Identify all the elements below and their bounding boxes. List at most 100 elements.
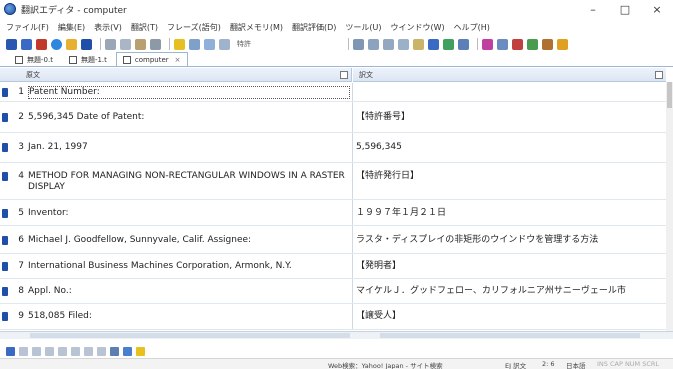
dictionary-icon[interactable] <box>36 38 47 50</box>
translate-icon[interactable] <box>6 38 17 50</box>
target-cell[interactable]: 【特許番号】 <box>356 112 662 123</box>
menu-file[interactable]: ファイル(F) <box>6 22 49 33</box>
list-icon[interactable] <box>219 38 230 50</box>
maximize-button[interactable]: □ <box>609 0 641 18</box>
close-icon[interactable]: × <box>175 56 181 64</box>
term-icon[interactable] <box>512 38 523 50</box>
target-cell[interactable]: 【特許発行日】 <box>356 171 662 182</box>
grid-icon[interactable] <box>368 38 379 50</box>
source-cell[interactable]: Patent Number: <box>28 86 350 99</box>
scrollbar-thumb[interactable] <box>667 82 672 108</box>
menu-translate[interactable]: 翻訳(T) <box>131 22 158 33</box>
source-cell[interactable]: Jan. 21, 1997 <box>28 142 350 153</box>
menu-tools[interactable]: ツール(U) <box>345 22 381 33</box>
menu-help[interactable]: ヘルプ(H) <box>454 22 490 33</box>
image-icon[interactable] <box>123 346 132 356</box>
cut-icon[interactable] <box>105 38 116 50</box>
dictionary-lookup-icon[interactable] <box>204 38 215 50</box>
help-icon[interactable] <box>174 38 185 50</box>
tm-icon[interactable] <box>497 38 508 50</box>
menu-translation-memory[interactable]: 翻訳メモリ(M) <box>230 22 283 33</box>
sentence-row[interactable]: 4 METHOD FOR MANAGING NON-RECTANGULAR WI… <box>0 163 666 200</box>
down-icon[interactable] <box>58 346 67 356</box>
menu-edit[interactable]: 編集(E) <box>58 22 85 33</box>
source-cell[interactable]: 518,085 Filed: <box>28 311 350 322</box>
target-cell[interactable]: 5,596,345 <box>356 142 662 153</box>
memo-icon[interactable] <box>110 346 119 356</box>
lock-icon[interactable] <box>71 346 80 356</box>
print-icon[interactable] <box>150 38 161 50</box>
tab-untitled-0[interactable]: 無題-0.t <box>8 53 60 66</box>
target-cell[interactable]: ラスタ・ディスプレイの非矩形のウインドウを管理する方法 <box>356 235 662 246</box>
tab-label: 無題-1.t <box>80 56 107 64</box>
horizontal-scrollbar[interactable] <box>0 331 673 339</box>
format-icon[interactable] <box>353 38 364 50</box>
toolbar-divider <box>100 38 101 50</box>
paste-icon[interactable] <box>135 38 146 50</box>
status-marker-icon <box>2 172 8 181</box>
pane-toggle-icon[interactable] <box>340 71 348 79</box>
palette-icon[interactable] <box>557 38 568 50</box>
search-field[interactable]: 特許 <box>234 38 344 50</box>
vertical-scrollbar[interactable] <box>666 82 673 332</box>
target-scrollbar-thumb[interactable] <box>380 333 640 338</box>
sentence-row[interactable]: 8 Appl. No.: マイケルＪ．グッドフェロー、カリフォルニア州サニーヴェ… <box>0 279 666 304</box>
window-controls: – □ × <box>577 0 673 18</box>
target-cell[interactable]: 【譲受人】 <box>356 311 662 322</box>
merge-icon[interactable] <box>32 346 41 356</box>
open-folder-icon[interactable] <box>66 38 77 50</box>
translate-all-icon[interactable] <box>21 38 32 50</box>
memo-icon[interactable] <box>413 38 424 50</box>
mark-icon[interactable] <box>97 346 106 356</box>
window-icon[interactable] <box>458 38 469 50</box>
sentence-row[interactable]: 3 Jan. 21, 1997 5,596,345 <box>0 133 666 163</box>
source-cell[interactable]: Appl. No.: <box>28 286 350 297</box>
tab-label: computer <box>134 55 169 64</box>
settings-icon[interactable] <box>542 38 553 50</box>
target-cell[interactable]: １９９７年１月２１日 <box>356 208 662 219</box>
highlight-icon[interactable] <box>136 346 145 356</box>
warning-icon[interactable] <box>6 346 15 356</box>
copy-icon[interactable] <box>120 38 131 50</box>
tab-untitled-1[interactable]: 無題-1.t <box>62 53 114 66</box>
minimize-button[interactable]: – <box>577 0 609 18</box>
source-cell[interactable]: Michael J. Goodfellow, Sunnyvale, Calif.… <box>28 235 350 246</box>
sentence-row[interactable]: 9 518,085 Filed: 【譲受人】 <box>0 304 666 330</box>
document-tabs: 無題-0.t 無題-1.t computer × <box>0 52 673 67</box>
close-button[interactable]: × <box>641 0 673 18</box>
target-cell[interactable]: マイケルＪ．グッドフェロー、カリフォルニア州サニーヴェール市 <box>356 286 662 297</box>
table-icon[interactable] <box>383 38 394 50</box>
language-indicator: 日本語 <box>566 362 586 369</box>
source-cell[interactable]: 5,596,345 Date of Patent: <box>28 112 350 123</box>
row-number: 4 <box>18 171 24 181</box>
source-scrollbar-thumb[interactable] <box>30 333 350 338</box>
unlock-icon[interactable] <box>84 346 93 356</box>
sentence-row[interactable]: 6 Michael J. Goodfellow, Sunnyvale, Cali… <box>0 226 666 254</box>
sentence-row[interactable]: 2 5,596,345 Date of Patent: 【特許番号】 <box>0 102 666 133</box>
split-icon[interactable] <box>19 346 28 356</box>
chart-icon[interactable] <box>443 38 454 50</box>
web-search-status[interactable]: Web検索：Yahoo! Japan - サイト検索 <box>328 360 443 369</box>
menu-phrase[interactable]: フレーズ(語句) <box>167 22 221 33</box>
sentence-row[interactable]: 5 Inventor: １９９７年１月２１日 <box>0 200 666 226</box>
play-icon[interactable] <box>189 38 200 50</box>
tab-computer[interactable]: computer × <box>115 52 188 66</box>
menu-view[interactable]: 表示(V) <box>94 22 122 33</box>
source-cell[interactable]: METHOD FOR MANAGING NON-RECTANGULAR WIND… <box>28 171 350 193</box>
sentence-row[interactable]: 1 Patent Number: <box>0 83 666 102</box>
menu-translation-eval[interactable]: 翻訳評価(D) <box>292 22 336 33</box>
source-cell[interactable]: Inventor: <box>28 208 350 219</box>
source-cell[interactable]: International Business Machines Corporat… <box>28 261 350 272</box>
filter-icon[interactable] <box>428 38 439 50</box>
save-icon[interactable] <box>81 38 92 50</box>
menu-window[interactable]: ウインドウ(W) <box>391 22 445 33</box>
web-icon[interactable] <box>51 38 62 50</box>
pane-toggle-icon[interactable] <box>655 71 663 79</box>
lookup-icon[interactable] <box>527 38 538 50</box>
eval-icon[interactable] <box>482 38 493 50</box>
up-icon[interactable] <box>45 346 54 356</box>
align-icon[interactable] <box>398 38 409 50</box>
sentence-row[interactable]: 7 International Business Machines Corpor… <box>0 254 666 279</box>
row-number: 3 <box>18 142 24 152</box>
target-cell[interactable]: 【発明者】 <box>356 261 662 272</box>
